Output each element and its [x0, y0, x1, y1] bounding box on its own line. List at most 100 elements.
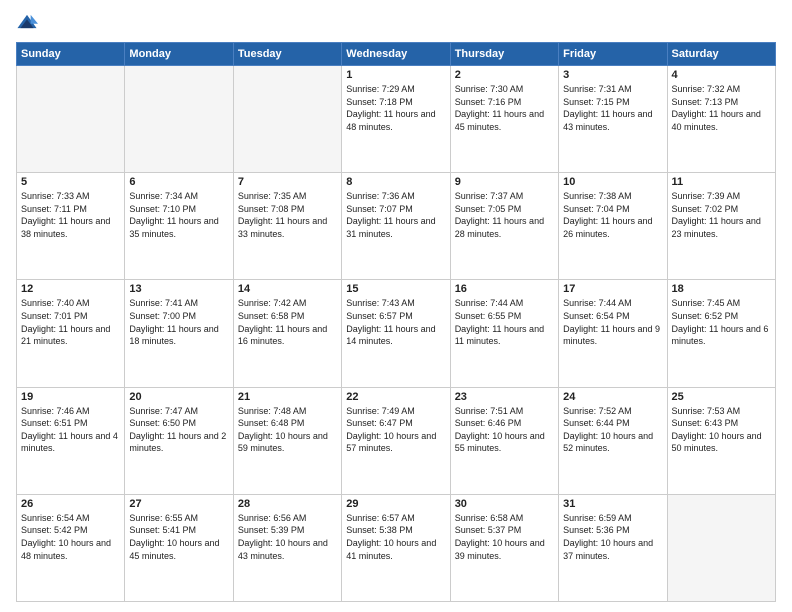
day-info: Sunrise: 7:44 AM Sunset: 6:55 PM Dayligh… — [455, 297, 554, 347]
day-number: 29 — [346, 498, 445, 510]
day-number: 6 — [129, 176, 228, 188]
calendar-cell: 24Sunrise: 7:52 AM Sunset: 6:44 PM Dayli… — [559, 387, 667, 494]
calendar-cell: 27 Sunrise: 6:55 AM Sunset: 5:41 PM Dayli… — [125, 494, 233, 601]
day-info: Sunrise: 7:42 AM Sunset: 6:58 PM Dayligh… — [238, 297, 337, 347]
day-number: 28 — [238, 498, 337, 510]
col-header-friday: Friday — [559, 43, 667, 66]
calendar-cell: 3 Sunrise: 7:31 AM Sunset: 7:15 PM Daylig… — [559, 66, 667, 173]
calendar-cell: 31 Sunrise: 6:59 AM Sunset: 5:36 PM Dayli… — [559, 494, 667, 601]
day-number: 22 — [346, 391, 445, 403]
day-number: 10 — [563, 176, 662, 188]
day-info: Sunrise: 7:41 AM Sunset: 7:00 PM Dayligh… — [129, 297, 228, 347]
day-number: 31 — [563, 498, 662, 510]
day-number: 11 — [672, 176, 771, 188]
calendar-cell: 26 Sunrise: 6:54 AM Sunset: 5:42 PM Dayli… — [17, 494, 125, 601]
day-info: Sunrise: 7:47 AM Sunset: 6:50 PM Dayligh… — [129, 405, 228, 455]
col-header-sunday: Sunday — [17, 43, 125, 66]
day-info: Sunrise: 7:53 AM Sunset: 6:43 PM Dayligh… — [672, 405, 771, 455]
calendar-cell — [125, 66, 233, 173]
calendar-cell: 10 Sunrise: 7:38 AM Sunset: 7:04 PM Dayli… — [559, 173, 667, 280]
day-number: 4 — [672, 69, 771, 81]
calendar-header-row: SundayMondayTuesdayWednesdayThursdayFrid… — [17, 43, 776, 66]
calendar-cell: 6 Sunrise: 7:34 AM Sunset: 7:10 PM Daylig… — [125, 173, 233, 280]
day-info: Sunrise: 6:57 AM Sunset: 5:38 PM Dayligh… — [346, 512, 445, 562]
day-info: Sunrise: 7:31 AM Sunset: 7:15 PM Dayligh… — [563, 83, 662, 133]
day-info: Sunrise: 6:55 AM Sunset: 5:41 PM Dayligh… — [129, 512, 228, 562]
col-header-monday: Monday — [125, 43, 233, 66]
day-number: 25 — [672, 391, 771, 403]
day-info: Sunrise: 7:29 AM Sunset: 7:18 PM Dayligh… — [346, 83, 445, 133]
calendar-week-1: 5 Sunrise: 7:33 AM Sunset: 7:11 PM Daylig… — [17, 173, 776, 280]
day-info: Sunrise: 7:32 AM Sunset: 7:13 PM Dayligh… — [672, 83, 771, 133]
day-info: Sunrise: 7:45 AM Sunset: 6:52 PM Dayligh… — [672, 297, 771, 347]
day-info: Sunrise: 6:58 AM Sunset: 5:37 PM Dayligh… — [455, 512, 554, 562]
day-number: 1 — [346, 69, 445, 81]
calendar-week-0: 1 Sunrise: 7:29 AM Sunset: 7:18 PM Daylig… — [17, 66, 776, 173]
calendar-cell: 17 Sunrise: 7:44 AM Sunset: 6:54 PM Dayli… — [559, 280, 667, 387]
day-number: 18 — [672, 283, 771, 295]
calendar-cell: 23 Sunrise: 7:51 AM Sunset: 6:46 PM Dayli… — [450, 387, 558, 494]
day-number: 27 — [129, 498, 228, 510]
calendar-cell: 16Sunrise: 7:44 AM Sunset: 6:55 PM Dayli… — [450, 280, 558, 387]
day-number: 2 — [455, 69, 554, 81]
logo-icon — [16, 12, 38, 34]
day-number: 17 — [563, 283, 662, 295]
day-number: 19 — [21, 391, 120, 403]
day-info: Sunrise: 7:38 AM Sunset: 7:04 PM Dayligh… — [563, 190, 662, 240]
calendar-cell — [17, 66, 125, 173]
calendar-cell: 28Sunrise: 6:56 AM Sunset: 5:39 PM Dayli… — [233, 494, 341, 601]
calendar-cell — [667, 494, 775, 601]
calendar-cell — [233, 66, 341, 173]
calendar-cell: 21 Sunrise: 7:48 AM Sunset: 6:48 PM Dayli… — [233, 387, 341, 494]
day-number: 13 — [129, 283, 228, 295]
calendar-week-4: 26 Sunrise: 6:54 AM Sunset: 5:42 PM Dayli… — [17, 494, 776, 601]
day-number: 26 — [21, 498, 120, 510]
day-number: 12 — [21, 283, 120, 295]
day-info: Sunrise: 7:51 AM Sunset: 6:46 PM Dayligh… — [455, 405, 554, 455]
calendar-week-2: 12 Sunrise: 7:40 AM Sunset: 7:01 PM Dayli… — [17, 280, 776, 387]
day-number: 20 — [129, 391, 228, 403]
calendar-cell: 14 Sunrise: 7:42 AM Sunset: 6:58 PM Dayli… — [233, 280, 341, 387]
calendar-cell: 25 Sunrise: 7:53 AM Sunset: 6:43 PM Dayli… — [667, 387, 775, 494]
calendar-cell: 9 Sunrise: 7:37 AM Sunset: 7:05 PM Daylig… — [450, 173, 558, 280]
day-number: 3 — [563, 69, 662, 81]
header — [16, 12, 776, 34]
day-number: 30 — [455, 498, 554, 510]
logo — [16, 12, 42, 34]
day-info: Sunrise: 7:44 AM Sunset: 6:54 PM Dayligh… — [563, 297, 662, 347]
day-info: Sunrise: 7:33 AM Sunset: 7:11 PM Dayligh… — [21, 190, 120, 240]
col-header-thursday: Thursday — [450, 43, 558, 66]
day-number: 9 — [455, 176, 554, 188]
day-info: Sunrise: 7:49 AM Sunset: 6:47 PM Dayligh… — [346, 405, 445, 455]
calendar-cell: 15Sunrise: 7:43 AM Sunset: 6:57 PM Dayli… — [342, 280, 450, 387]
day-number: 14 — [238, 283, 337, 295]
calendar: SundayMondayTuesdayWednesdayThursdayFrid… — [16, 42, 776, 602]
calendar-cell: 7Sunrise: 7:35 AM Sunset: 7:08 PM Daylig… — [233, 173, 341, 280]
day-info: Sunrise: 7:39 AM Sunset: 7:02 PM Dayligh… — [672, 190, 771, 240]
calendar-cell: 8Sunrise: 7:36 AM Sunset: 7:07 PM Daylig… — [342, 173, 450, 280]
day-info: Sunrise: 7:37 AM Sunset: 7:05 PM Dayligh… — [455, 190, 554, 240]
calendar-cell: 30 Sunrise: 6:58 AM Sunset: 5:37 PM Dayli… — [450, 494, 558, 601]
calendar-cell: 22 Sunrise: 7:49 AM Sunset: 6:47 PM Dayli… — [342, 387, 450, 494]
day-info: Sunrise: 6:59 AM Sunset: 5:36 PM Dayligh… — [563, 512, 662, 562]
calendar-cell: 13 Sunrise: 7:41 AM Sunset: 7:00 PM Dayli… — [125, 280, 233, 387]
day-info: Sunrise: 6:54 AM Sunset: 5:42 PM Dayligh… — [21, 512, 120, 562]
calendar-cell: 4 Sunrise: 7:32 AM Sunset: 7:13 PM Daylig… — [667, 66, 775, 173]
day-number: 5 — [21, 176, 120, 188]
day-info: Sunrise: 7:48 AM Sunset: 6:48 PM Dayligh… — [238, 405, 337, 455]
day-number: 21 — [238, 391, 337, 403]
day-number: 15 — [346, 283, 445, 295]
day-info: Sunrise: 7:36 AM Sunset: 7:07 PM Dayligh… — [346, 190, 445, 240]
calendar-cell: 20 Sunrise: 7:47 AM Sunset: 6:50 PM Dayli… — [125, 387, 233, 494]
calendar-cell: 19 Sunrise: 7:46 AM Sunset: 6:51 PM Dayli… — [17, 387, 125, 494]
day-info: Sunrise: 7:46 AM Sunset: 6:51 PM Dayligh… — [21, 405, 120, 455]
calendar-cell: 11 Sunrise: 7:39 AM Sunset: 7:02 PM Dayli… — [667, 173, 775, 280]
day-info: Sunrise: 7:34 AM Sunset: 7:10 PM Dayligh… — [129, 190, 228, 240]
calendar-cell: 5 Sunrise: 7:33 AM Sunset: 7:11 PM Daylig… — [17, 173, 125, 280]
day-number: 24 — [563, 391, 662, 403]
col-header-saturday: Saturday — [667, 43, 775, 66]
calendar-cell: 1 Sunrise: 7:29 AM Sunset: 7:18 PM Daylig… — [342, 66, 450, 173]
calendar-cell: 18 Sunrise: 7:45 AM Sunset: 6:52 PM Dayli… — [667, 280, 775, 387]
day-number: 23 — [455, 391, 554, 403]
day-info: Sunrise: 7:40 AM Sunset: 7:01 PM Dayligh… — [21, 297, 120, 347]
